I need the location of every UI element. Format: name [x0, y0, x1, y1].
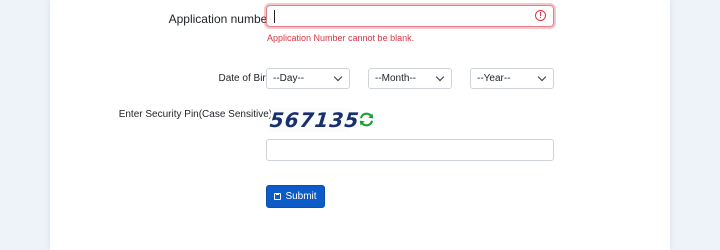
submit-button[interactable]: Submit: [266, 185, 325, 208]
refresh-icon[interactable]: [358, 111, 375, 128]
captcha-image: 567135: [268, 108, 361, 132]
submit-button-label: Submit: [285, 191, 317, 202]
year-select-value: --Year--: [477, 73, 511, 84]
day-select[interactable]: --Day--: [266, 68, 350, 89]
exclamation-circle-icon: !: [535, 10, 546, 21]
application-number-input[interactable]: !: [266, 5, 554, 27]
day-select-value: --Day--: [273, 73, 305, 84]
application-number-label: Application number*: [169, 12, 276, 26]
month-select-value: --Month--: [375, 73, 417, 84]
security-pin-label-text: Enter Security Pin(Case Sensitive): [118, 109, 273, 120]
application-number-error: Application Number cannot be blank.: [267, 33, 415, 43]
month-select[interactable]: --Month--: [368, 68, 452, 89]
security-pin-label: Enter Security Pin(Case Sensitive)*: [119, 109, 276, 120]
chevron-down-icon: [333, 72, 343, 82]
text-caret: [274, 10, 275, 23]
security-pin-input[interactable]: [266, 139, 554, 161]
save-icon: [274, 193, 282, 200]
chevron-down-icon: [435, 72, 445, 82]
year-select[interactable]: --Year--: [470, 68, 554, 89]
chevron-down-icon: [537, 72, 547, 82]
application-number-label-text: Application number: [168, 12, 272, 26]
